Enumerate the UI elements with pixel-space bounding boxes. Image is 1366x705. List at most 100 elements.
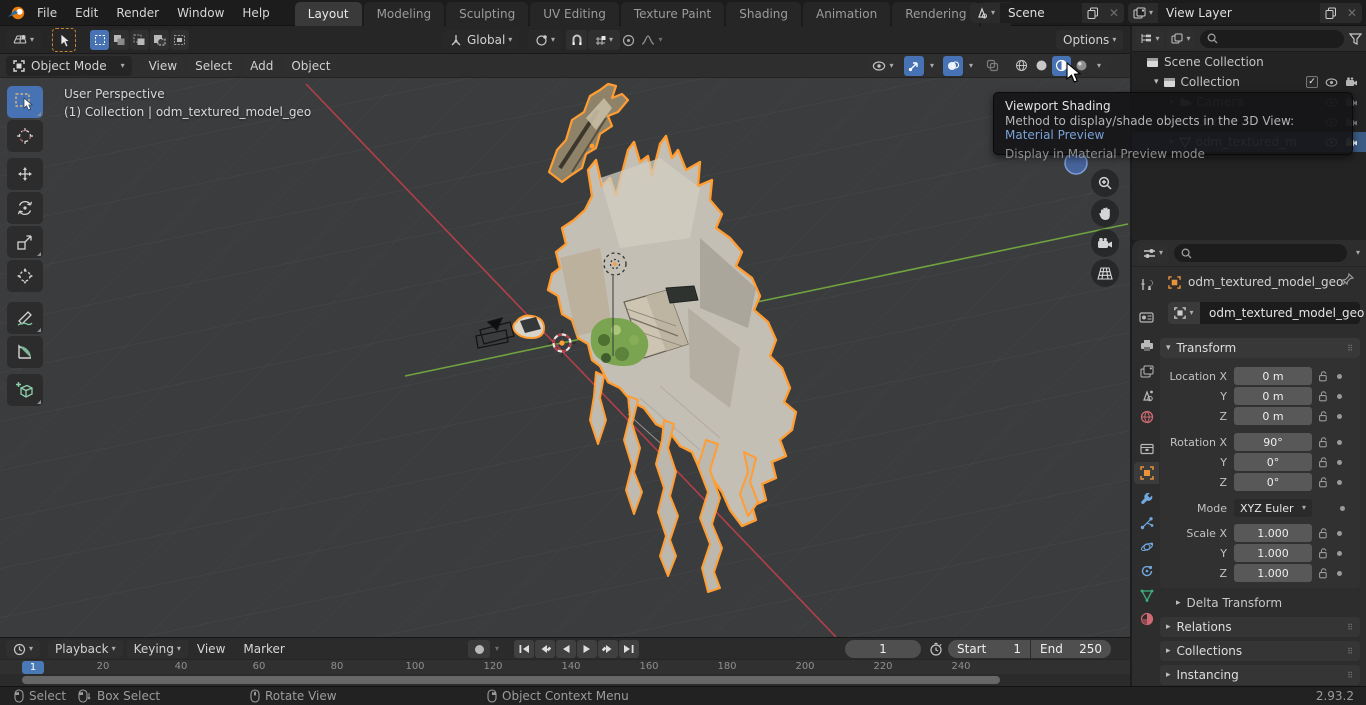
blender-logo-icon[interactable] bbox=[7, 4, 27, 22]
panel-drag-handle[interactable]: ⠿ bbox=[1347, 623, 1354, 632]
pin-icon[interactable] bbox=[1342, 273, 1354, 286]
frame-end-field[interactable]: End 250 bbox=[1031, 640, 1111, 658]
viewport-zoom-button[interactable] bbox=[1091, 169, 1119, 197]
properties-options-dropdown[interactable]: ▾ bbox=[1356, 249, 1360, 257]
ptab-view-layer[interactable] bbox=[1134, 360, 1159, 382]
ptab-object[interactable] bbox=[1134, 462, 1159, 484]
location-y-field[interactable]: 0 m bbox=[1234, 387, 1312, 405]
scrollbar-handle[interactable] bbox=[22, 676, 1000, 684]
tab-texture-paint[interactable]: Texture Paint bbox=[621, 2, 724, 26]
relations-panel[interactable]: ▸ Relations ⠿ bbox=[1160, 617, 1360, 637]
timeline-scrollbar[interactable] bbox=[0, 674, 1130, 686]
lock-icon[interactable] bbox=[1318, 391, 1328, 402]
panel-drag-handle[interactable]: ⠿ bbox=[1347, 671, 1354, 680]
menu-window[interactable]: Window bbox=[168, 0, 233, 26]
proportional-edit-toggle[interactable] bbox=[618, 30, 638, 50]
play-button[interactable] bbox=[577, 640, 597, 658]
editor-type-button[interactable]: ▾ bbox=[6, 30, 41, 50]
tab-shading[interactable]: Shading bbox=[726, 2, 801, 26]
location-z-field[interactable]: 0 m bbox=[1234, 407, 1312, 425]
rotation-mode-dropdown[interactable]: XYZ Euler ▾ bbox=[1234, 499, 1312, 517]
lock-icon[interactable] bbox=[1318, 528, 1328, 539]
animate-dot[interactable] bbox=[1337, 551, 1342, 556]
xray-toggle[interactable] bbox=[982, 56, 1002, 76]
panel-drag-handle[interactable]: ⠿ bbox=[1347, 344, 1354, 353]
scale-y-field[interactable]: 1.000 bbox=[1234, 544, 1312, 562]
lock-icon[interactable] bbox=[1318, 457, 1328, 468]
object-name-input[interactable]: odm_textured_model_geo bbox=[1200, 302, 1360, 324]
tool-transform[interactable] bbox=[7, 260, 43, 292]
overlays-dropdown[interactable]: ▾ bbox=[964, 56, 978, 76]
properties-editor-type-button[interactable]: ▾ bbox=[1138, 243, 1168, 263]
animate-dot[interactable] bbox=[1337, 480, 1342, 485]
tool-move[interactable] bbox=[7, 158, 43, 190]
menu-file[interactable]: File bbox=[28, 0, 66, 26]
keying-menu[interactable]: Keying▾ bbox=[127, 640, 188, 658]
ptab-scene[interactable] bbox=[1134, 384, 1159, 406]
transform-orientation-dropdown[interactable]: Global ▾ bbox=[443, 30, 519, 50]
tool-measure[interactable] bbox=[7, 336, 43, 368]
scene-new-button[interactable] bbox=[1082, 3, 1104, 23]
panel-drag-handle[interactable]: ⠿ bbox=[1347, 647, 1354, 656]
current-frame-field[interactable]: 1 bbox=[845, 640, 921, 658]
playback-menu[interactable]: Playback▾ bbox=[48, 640, 123, 658]
outliner-search-input[interactable] bbox=[1200, 30, 1344, 48]
auto-keying-button[interactable] bbox=[468, 640, 490, 658]
options-dropdown[interactable]: Options ▾ bbox=[1056, 30, 1123, 50]
overlays-toggle[interactable] bbox=[943, 56, 963, 76]
jump-to-start-button[interactable] bbox=[514, 640, 534, 658]
lock-icon[interactable] bbox=[1318, 411, 1328, 422]
gizmos-toggle[interactable] bbox=[904, 56, 924, 76]
timeline-view-menu[interactable]: View bbox=[188, 638, 234, 660]
hide-eye-icon[interactable] bbox=[1325, 78, 1338, 87]
ptab-particles[interactable] bbox=[1134, 512, 1159, 534]
scene-browse-icon[interactable]: ▾ bbox=[970, 3, 1000, 23]
menu-select[interactable]: Select bbox=[188, 56, 239, 76]
ptab-modifiers[interactable] bbox=[1134, 488, 1159, 510]
tool-rotate[interactable] bbox=[7, 192, 43, 224]
tool-annotate[interactable] bbox=[7, 302, 43, 334]
tab-sculpting[interactable]: Sculpting bbox=[446, 2, 528, 26]
location-x-field[interactable]: 0 m bbox=[1234, 367, 1312, 385]
menu-help[interactable]: Help bbox=[233, 0, 278, 26]
jump-to-end-button[interactable] bbox=[619, 640, 639, 658]
outliner-filter-button[interactable] bbox=[1349, 33, 1362, 45]
frame-start-field[interactable]: Start 1 bbox=[948, 640, 1030, 658]
ptab-collection[interactable] bbox=[1134, 438, 1159, 460]
object-id-browse-button[interactable]: ▾ bbox=[1168, 302, 1200, 324]
menu-add[interactable]: Add bbox=[243, 56, 280, 76]
rotation-x-field[interactable]: 90° bbox=[1234, 433, 1312, 451]
shading-wireframe-button[interactable] bbox=[1012, 56, 1031, 76]
scale-x-field[interactable]: 1.000 bbox=[1234, 524, 1312, 542]
animate-dot[interactable] bbox=[1337, 571, 1342, 576]
timeline-marker-menu[interactable]: Marker bbox=[234, 638, 293, 660]
rotation-z-field[interactable]: 0° bbox=[1234, 473, 1312, 491]
tool-cursor[interactable] bbox=[7, 120, 43, 152]
instancing-panel[interactable]: ▸ Instancing ⠿ bbox=[1160, 665, 1360, 685]
animate-dot[interactable] bbox=[1337, 414, 1342, 419]
animate-dot[interactable] bbox=[1337, 394, 1342, 399]
delta-transform-panel[interactable]: ▸ Delta Transform bbox=[1176, 593, 1282, 613]
menu-render[interactable]: Render bbox=[107, 0, 168, 26]
ptab-material[interactable] bbox=[1134, 608, 1159, 630]
proportional-falloff-dropdown[interactable]: ▾ bbox=[640, 30, 664, 50]
snap-target-dropdown[interactable]: ▾ bbox=[588, 30, 620, 50]
disclosure-triangle-icon[interactable]: ▾ bbox=[1154, 77, 1159, 87]
gizmos-dropdown[interactable]: ▾ bbox=[925, 56, 939, 76]
select-mode-subtract[interactable] bbox=[130, 30, 149, 50]
select-mode-invert[interactable] bbox=[150, 30, 169, 50]
ptab-tool[interactable] bbox=[1134, 274, 1159, 296]
collection-checkbox[interactable]: ✓ bbox=[1306, 76, 1318, 88]
outliner-row-scene-collection[interactable]: Scene Collection bbox=[1132, 52, 1366, 72]
viewport-pan-button[interactable] bbox=[1091, 199, 1119, 227]
viewport-3d[interactable]: User Perspective (1) Collection | odm_te… bbox=[0, 78, 1130, 637]
lock-icon[interactable] bbox=[1318, 477, 1328, 488]
ptab-physics[interactable] bbox=[1134, 536, 1159, 558]
lock-icon[interactable] bbox=[1318, 548, 1328, 559]
animate-dot[interactable] bbox=[1337, 440, 1342, 445]
ptab-render[interactable] bbox=[1134, 306, 1159, 328]
scene-selector[interactable]: ▾ Scene ✕ bbox=[970, 3, 1124, 23]
animate-dot[interactable] bbox=[1340, 506, 1345, 511]
outliner-display-mode-dropdown[interactable]: ▾ bbox=[1136, 29, 1164, 49]
viewport-camera-button[interactable] bbox=[1091, 229, 1119, 257]
